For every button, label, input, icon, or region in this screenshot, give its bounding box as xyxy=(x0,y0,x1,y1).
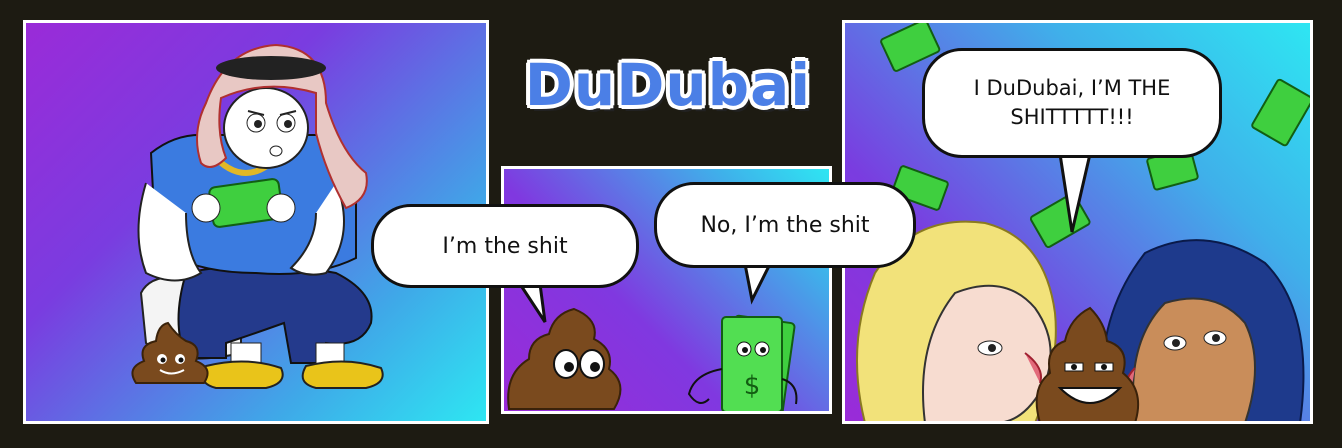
speech-bubble-poop: I’m the shit xyxy=(371,204,639,288)
speech-bubble-money: No, I’m the shit xyxy=(654,182,916,268)
speech-bubble-dudubai: I DuDubai, I’M THE SHITTTTT!!! xyxy=(922,48,1222,158)
